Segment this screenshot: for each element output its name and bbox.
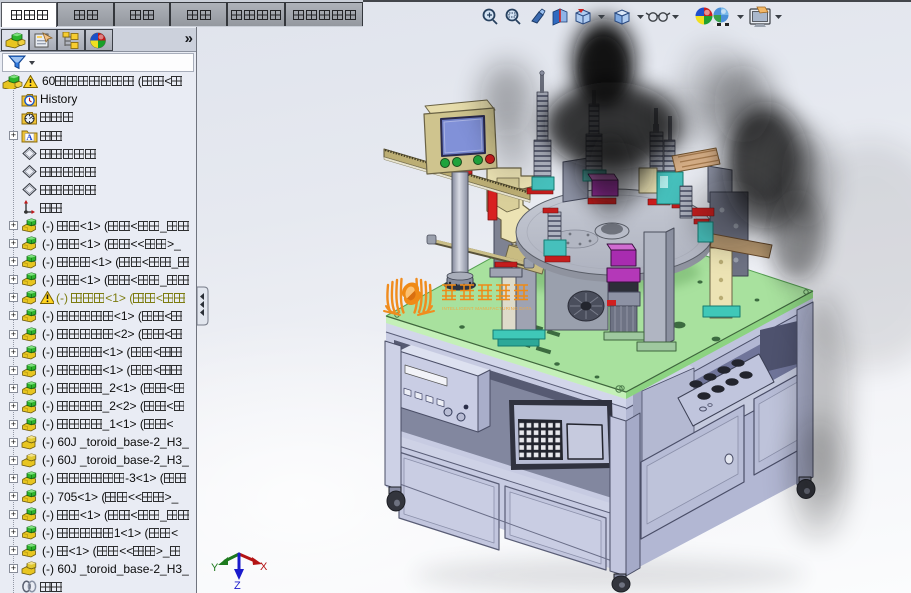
svg-text:Z: Z: [234, 580, 241, 592]
svg-text:INTELLIGENT MANUFACTURING DATA: INTELLIGENT MANUFACTURING DATA: [442, 306, 532, 311]
svg-text:Y: Y: [211, 562, 219, 574]
svg-text:X: X: [260, 561, 268, 573]
